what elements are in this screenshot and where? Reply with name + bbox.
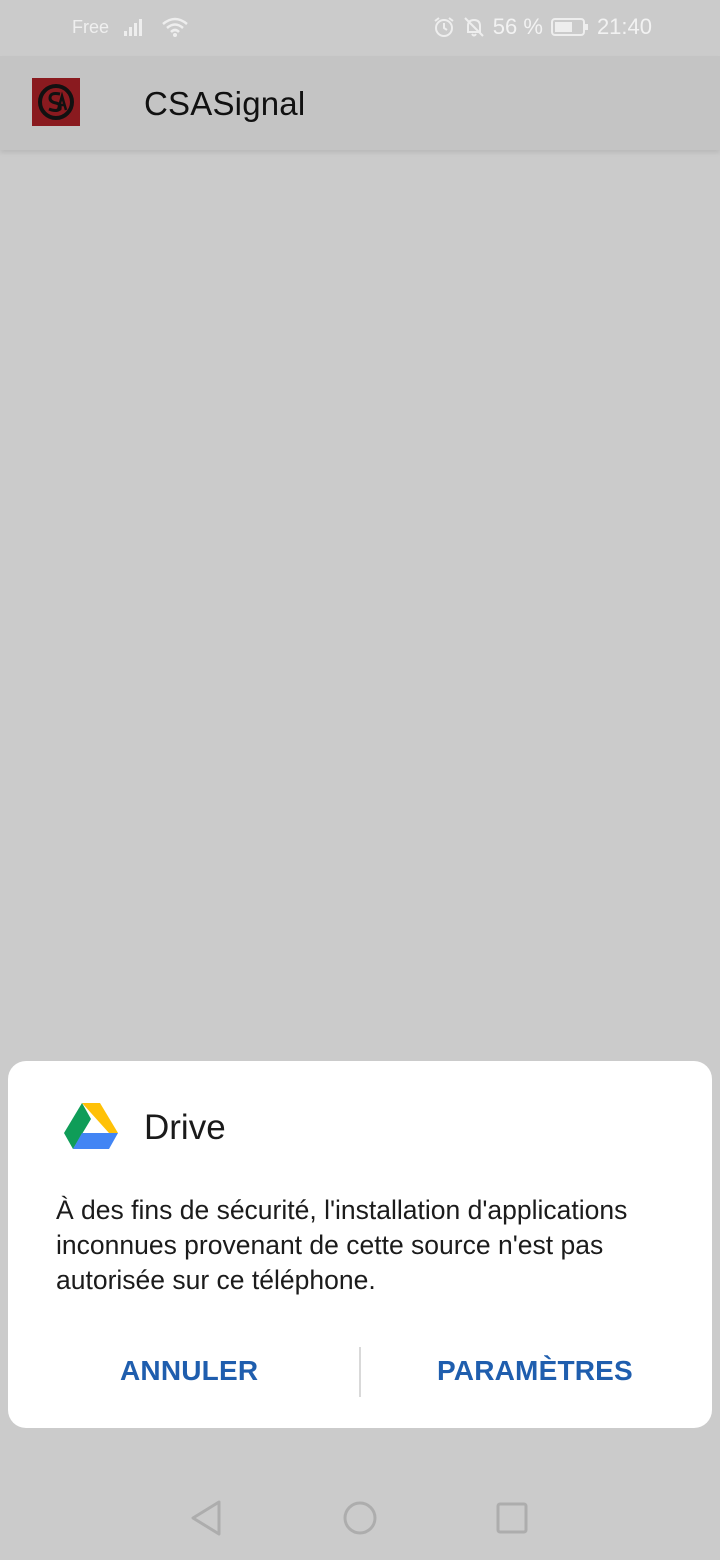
unknown-sources-dialog: Drive À des fins de sécurité, l'installa… bbox=[8, 1061, 712, 1428]
back-icon[interactable] bbox=[188, 1496, 224, 1545]
signal-icon bbox=[123, 17, 147, 37]
dialog-message: À des fins de sécurité, l'installation d… bbox=[56, 1195, 628, 1295]
recents-icon[interactable] bbox=[494, 1496, 530, 1545]
dialog-actions: ANNULER PARAMÈTRES bbox=[8, 1347, 712, 1397]
notifications-off-icon bbox=[463, 16, 485, 38]
status-bar: Free 56 % 21:40 bbox=[0, 0, 720, 56]
cancel-button[interactable]: ANNULER bbox=[120, 1355, 258, 1387]
dialog-title: Drive bbox=[144, 1107, 226, 1147]
button-divider bbox=[359, 1347, 361, 1397]
status-right: 56 % 21:40 bbox=[433, 14, 652, 40]
wifi-icon bbox=[161, 16, 189, 38]
status-left: Free bbox=[72, 16, 189, 38]
alarm-icon bbox=[433, 16, 455, 38]
navigation-bar bbox=[0, 1480, 720, 1560]
home-icon[interactable] bbox=[342, 1496, 378, 1545]
battery-icon bbox=[550, 17, 589, 37]
app-bar: CSASignal bbox=[0, 56, 720, 150]
settings-button[interactable]: PARAMÈTRES bbox=[437, 1355, 633, 1387]
google-drive-icon bbox=[64, 1101, 118, 1154]
clock: 21:40 bbox=[596, 14, 652, 39]
app-title: CSASignal bbox=[144, 85, 306, 122]
carrier-label: Free bbox=[72, 16, 110, 37]
battery-percent: 56 % bbox=[492, 14, 543, 39]
csa-logo-icon bbox=[32, 78, 80, 126]
dialog-header: Drive bbox=[64, 1101, 226, 1154]
